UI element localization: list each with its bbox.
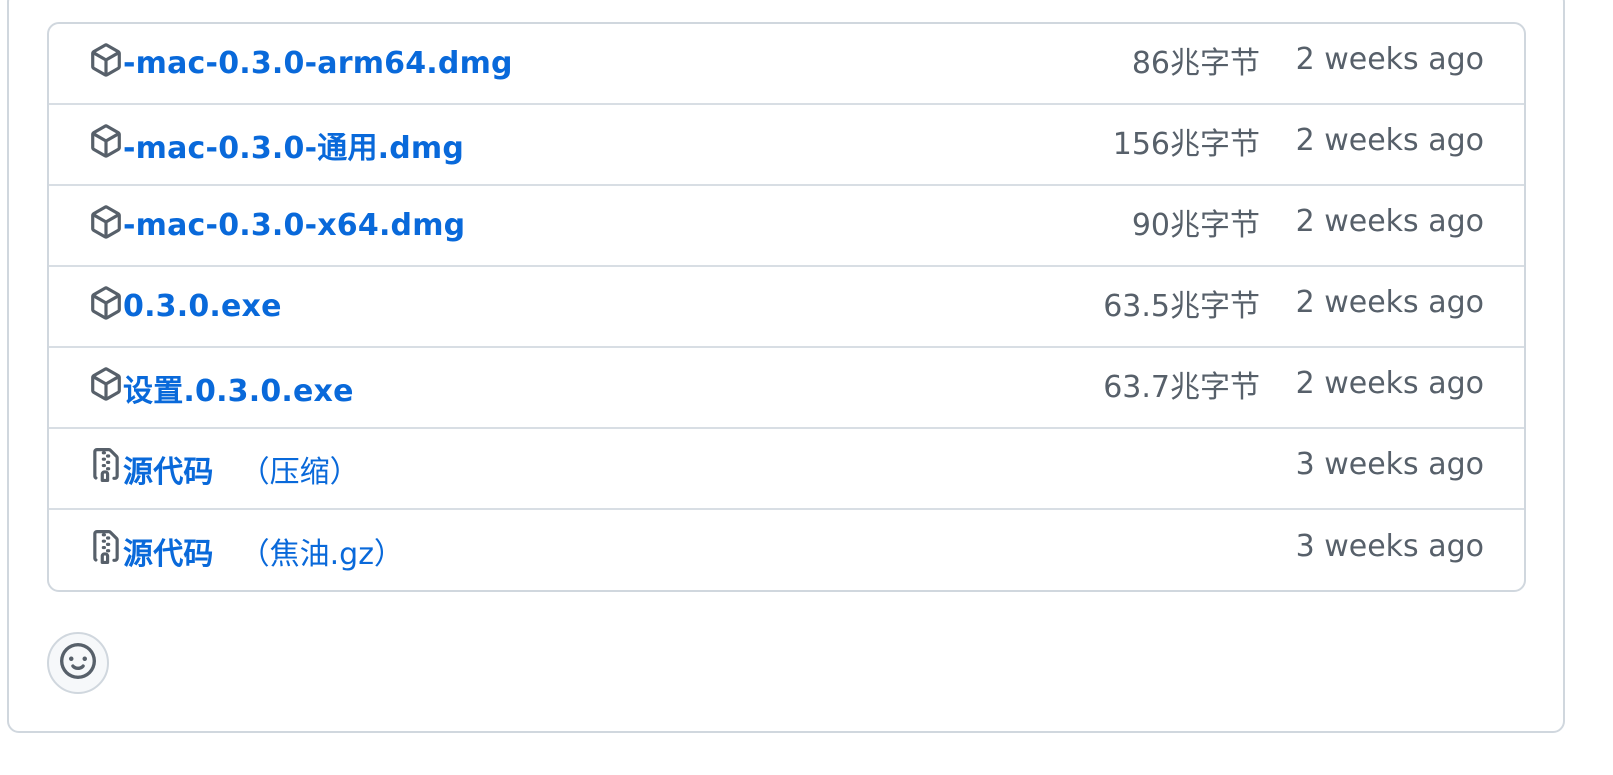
asset-row: -mac-0.3.0-通用.dmg 156兆字节 2 weeks ago: [49, 105, 1524, 186]
asset-row: -mac-0.3.0-x64.dmg 90兆字节 2 weeks ago: [49, 186, 1524, 267]
file-zip-icon: [89, 529, 123, 564]
package-icon: [89, 366, 123, 401]
asset-size: 90兆字节: [1131, 207, 1260, 243]
asset-date: 2 weeks ago: [1295, 366, 1484, 401]
asset-date: 2 weeks ago: [1295, 42, 1484, 77]
asset-left: 源代码 （焦油.gz）: [89, 510, 404, 590]
asset-download-link[interactable]: -mac-0.3.0-通用.dmg: [123, 123, 464, 167]
asset-left: -mac-0.3.0-通用.dmg: [89, 105, 464, 184]
package-icon: [89, 204, 123, 239]
package-icon: [89, 285, 123, 320]
asset-size: 86兆字节: [1131, 45, 1260, 81]
asset-download-link[interactable]: 0.3.0.exe: [123, 289, 282, 324]
asset-date: 3 weeks ago: [1295, 529, 1484, 564]
asset-date: 3 weeks ago: [1295, 447, 1484, 482]
add-reaction-button[interactable]: [47, 632, 109, 694]
asset-row: -mac-0.3.0-arm64.dmg 86兆字节 2 weeks ago: [49, 24, 1524, 105]
asset-left: 设置.0.3.0.exe: [89, 348, 354, 427]
asset-row: 0.3.0.exe 63.5兆字节 2 weeks ago: [49, 267, 1524, 348]
source-code-format[interactable]: （焦油.gz）: [240, 529, 404, 573]
asset-download-link[interactable]: -mac-0.3.0-x64.dmg: [123, 208, 465, 243]
asset-download-link[interactable]: 设置.0.3.0.exe: [123, 366, 354, 410]
asset-row: 设置.0.3.0.exe 63.7兆字节 2 weeks ago: [49, 348, 1524, 429]
asset-date: 2 weeks ago: [1295, 204, 1484, 239]
source-code-format[interactable]: （压缩）: [240, 447, 360, 491]
package-icon: [89, 123, 123, 158]
source-code-link[interactable]: 源代码: [123, 447, 214, 491]
asset-date: 2 weeks ago: [1295, 123, 1484, 158]
package-icon: [89, 42, 123, 77]
asset-left: -mac-0.3.0-x64.dmg: [89, 186, 465, 265]
source-code-link[interactable]: 源代码: [123, 529, 214, 573]
asset-row: 源代码 （焦油.gz） 3 weeks ago: [49, 510, 1524, 590]
asset-size: 156兆字节: [1112, 126, 1260, 162]
asset-size: 63.5兆字节: [1103, 288, 1260, 324]
asset-left: 0.3.0.exe: [89, 267, 282, 346]
asset-row: 源代码 （压缩） 3 weeks ago: [49, 429, 1524, 510]
file-zip-icon: [89, 447, 123, 482]
asset-size: 63.7兆字节: [1103, 369, 1260, 405]
smiley-icon: [60, 643, 96, 683]
asset-left: -mac-0.3.0-arm64.dmg: [89, 24, 513, 103]
assets-list: -mac-0.3.0-arm64.dmg 86兆字节 2 weeks ago -…: [47, 22, 1526, 592]
asset-left: 源代码 （压缩）: [89, 429, 360, 508]
asset-download-link[interactable]: -mac-0.3.0-arm64.dmg: [123, 46, 513, 81]
asset-date: 2 weeks ago: [1295, 285, 1484, 320]
